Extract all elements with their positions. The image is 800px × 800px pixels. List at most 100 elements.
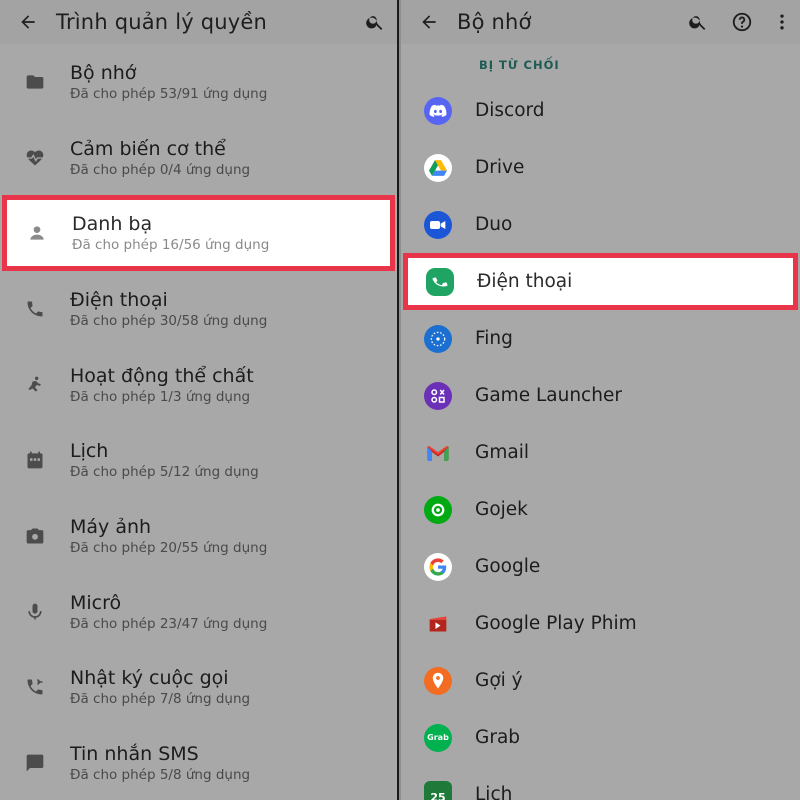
app-name: Google xyxy=(475,556,541,577)
app-item-calendar[interactable]: 25 Lịch xyxy=(401,766,800,800)
search-button[interactable] xyxy=(353,0,397,44)
app-name: Gojek xyxy=(475,499,528,520)
fing-icon xyxy=(424,324,452,353)
permission-item-physical-activity[interactable]: Hoạt động thể chất Đã cho phép 1/3 ứng dụ… xyxy=(0,347,397,423)
calendar-app-icon: 25 xyxy=(424,780,452,800)
permission-summary: Đã cho phép 53/91 ứng dụng xyxy=(70,85,268,102)
running-icon xyxy=(28,376,41,392)
section-header-denied: BỊ TỪ CHỐI xyxy=(479,58,560,72)
app-name: Duo xyxy=(475,214,513,235)
app-name: Lịch xyxy=(475,784,513,800)
microphone-icon xyxy=(28,603,42,620)
permission-item-camera[interactable]: Máy ảnh Đã cho phép 20/55 ứng dụng xyxy=(0,498,397,574)
permission-manager-panel: Trình quản lý quyền Bộ nhớ Đã cho phép 53… xyxy=(0,0,399,800)
app-name: Điện thoại xyxy=(477,271,573,292)
app-name: Discord xyxy=(475,100,545,121)
message-icon xyxy=(26,754,44,772)
permission-name: Điện thoại xyxy=(70,288,168,311)
folder-icon xyxy=(26,75,44,89)
app-name: Grab xyxy=(475,727,521,748)
call-log-icon xyxy=(27,679,43,695)
search-icon xyxy=(366,16,383,30)
back-button[interactable] xyxy=(401,0,457,44)
page-title: Trình quản lý quyền xyxy=(56,10,268,34)
game-launcher-icon xyxy=(424,381,452,410)
permission-item-calendar[interactable]: Lịch Đã cho phép 5/12 ứng dụng xyxy=(0,422,397,498)
app-list: Discord Drive Duo Điện thoại Fing Game L… xyxy=(401,82,800,800)
permission-name: Hoạt động thể chất xyxy=(70,364,254,387)
arrow-back-icon xyxy=(21,15,35,29)
google-play-movies-icon xyxy=(424,610,452,638)
permission-summary: Đã cho phép 0/4 ứng dụng xyxy=(70,161,251,178)
grab-icon: Grab xyxy=(424,723,452,752)
discord-icon xyxy=(424,96,452,125)
permission-item-body-sensors[interactable]: Cảm biến cơ thể Đã cho phép 0/4 ứng dụng xyxy=(0,120,397,196)
right-app-bar: Bộ nhớ xyxy=(401,0,800,44)
more-options-button[interactable] xyxy=(764,0,800,44)
permission-summary: Đã cho phép 16/56 ứng dụng xyxy=(72,237,270,254)
search-button[interactable] xyxy=(676,0,720,44)
permission-summary: Đã cho phép 5/12 ứng dụng xyxy=(70,464,259,481)
permission-name: Micrô xyxy=(70,591,122,614)
app-name: Fing xyxy=(475,328,513,349)
permission-name: Nhật ký cuộc gọi xyxy=(70,667,229,690)
app-item-google[interactable]: Google xyxy=(401,538,800,595)
app-item-fing[interactable]: Fing xyxy=(401,310,800,367)
app-item-discord[interactable]: Discord xyxy=(401,82,800,139)
permission-item-phone[interactable]: Điện thoại Đã cho phép 30/58 ứng dụng xyxy=(0,271,397,347)
permission-name: Cảm biến cơ thể xyxy=(70,137,226,160)
heart-pulse-icon xyxy=(26,150,44,166)
calendar-day: 25 xyxy=(430,791,446,800)
permission-list: Bộ nhớ Đã cho phép 53/91 ứng dụng Cảm biế… xyxy=(0,44,397,800)
google-icon xyxy=(424,552,452,581)
permission-summary: Đã cho phép 5/8 ứng dụng xyxy=(70,767,251,784)
phone-app-icon xyxy=(426,267,454,296)
app-item-game-launcher[interactable]: Game Launcher xyxy=(401,367,800,424)
storage-permission-panel: Bộ nhớ BỊ TỪ CHỐI Discord Drive Duo Điện… xyxy=(401,0,800,800)
permission-item-storage[interactable]: Bộ nhớ Đã cho phép 53/91 ứng dụng xyxy=(0,44,397,120)
app-item-gojek[interactable]: Gojek xyxy=(401,481,800,538)
page-title: Bộ nhớ xyxy=(457,10,532,34)
permission-summary: Đã cho phép 1/3 ứng dụng xyxy=(70,388,251,405)
app-name: Drive xyxy=(475,157,525,178)
app-item-drive[interactable]: Drive xyxy=(401,139,800,196)
more-vert-icon xyxy=(780,14,784,30)
camera-icon xyxy=(26,528,44,544)
search-icon xyxy=(689,16,706,30)
app-item-duo[interactable]: Duo xyxy=(401,196,800,253)
permission-summary: Đã cho phép 7/8 ứng dụng xyxy=(70,691,251,708)
permission-name: Bộ nhớ xyxy=(70,61,137,84)
person-icon xyxy=(30,226,44,240)
gojek-icon xyxy=(424,495,452,524)
permission-summary: Đã cho phép 20/55 ứng dụng xyxy=(70,539,268,556)
arrow-back-icon xyxy=(422,15,436,29)
permission-summary: Đã cho phép 23/47 ứng dụng xyxy=(70,615,268,632)
permission-item-call-log[interactable]: Nhật ký cuộc gọi Đã cho phép 7/8 ứng dụng xyxy=(0,650,397,726)
app-item-tips[interactable]: Gợi ý xyxy=(401,652,800,709)
permission-item-sms[interactable]: Tin nhắn SMS Đã cho phép 5/8 ứng dụng xyxy=(0,725,397,800)
permission-item-microphone[interactable]: Micrô Đã cho phép 23/47 ứng dụng xyxy=(0,574,397,650)
permission-item-contacts[interactable]: Danh bạ Đã cho phép 16/56 ứng dụng xyxy=(2,195,395,272)
app-item-google-play-movies[interactable]: Google Play Phim xyxy=(401,595,800,652)
gmail-icon xyxy=(424,439,452,467)
app-name: Game Launcher xyxy=(475,385,622,406)
app-name: Gợi ý xyxy=(475,670,523,691)
permission-name: Máy ảnh xyxy=(70,515,152,538)
help-button[interactable] xyxy=(720,0,764,44)
app-name: Gmail xyxy=(475,442,529,463)
google-drive-icon xyxy=(424,153,452,182)
duo-icon xyxy=(424,210,452,239)
permission-name: Tin nhắn SMS xyxy=(70,743,199,766)
app-name: Google Play Phim xyxy=(475,613,637,634)
phone-icon xyxy=(27,301,43,317)
app-item-gmail[interactable]: Gmail xyxy=(401,424,800,481)
permission-name: Danh bạ xyxy=(72,213,153,236)
app-item-grab[interactable]: Grab Grab xyxy=(401,709,800,766)
back-button[interactable] xyxy=(0,0,56,44)
permission-summary: Đã cho phép 30/58 ứng dụng xyxy=(70,312,268,329)
left-app-bar: Trình quản lý quyền xyxy=(0,0,397,44)
help-icon xyxy=(732,12,752,32)
permission-name: Lịch xyxy=(70,440,109,463)
app-item-phone[interactable]: Điện thoại xyxy=(403,253,798,310)
calendar-icon xyxy=(27,451,43,469)
